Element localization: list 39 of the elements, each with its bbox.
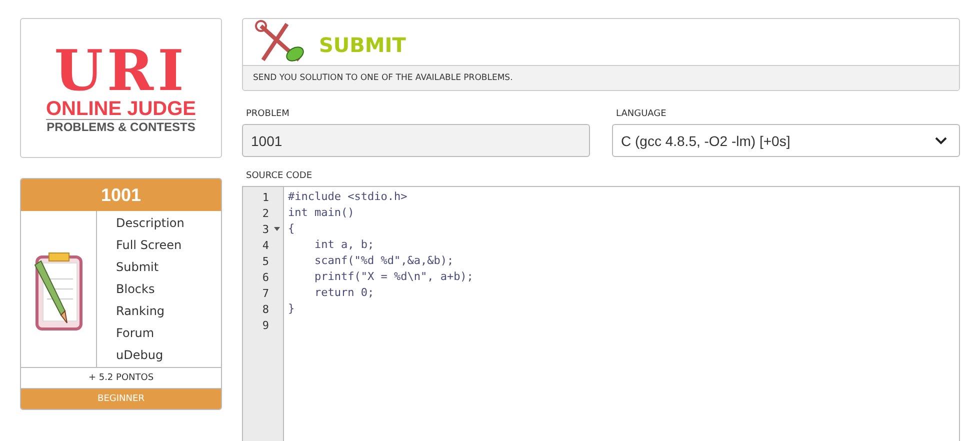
code-line: printf("X = %d\n", a+b);	[313, 269, 474, 285]
code-line: }	[287, 301, 296, 317]
field-label: PROBLEM	[246, 109, 290, 119]
field-label: LANGUAGE	[616, 109, 668, 119]
line-number: 1	[261, 190, 270, 205]
code-line: int a, b;	[313, 237, 376, 253]
problem-number: 1001	[21, 179, 221, 211]
problem-menu-link[interactable]: uDebug	[116, 344, 184, 366]
code-line: #include <stdio.h>	[287, 189, 408, 205]
chevron-down-icon	[935, 136, 947, 144]
line-number: 6	[261, 270, 270, 285]
line-number: 8	[261, 302, 270, 317]
problem-menu-link[interactable]: Submit	[116, 256, 184, 278]
problem-menu-link[interactable]: Full Screen	[116, 234, 184, 256]
problem-field[interactable]: 1001	[242, 124, 590, 157]
fold-arrow-icon[interactable]	[274, 226, 280, 230]
language-dropdown[interactable]: C (gcc 4.8.5, -O2 -lm) [+0s]	[612, 124, 960, 157]
line-number: 4	[261, 238, 270, 253]
logo-subtitle: ONLINE JUDGE	[46, 98, 196, 120]
page-description: SEND YOU SOLUTION TO ONE OF THE AVAILABLE PROBLEMS.	[243, 65, 959, 90]
page-title: SUBMIT	[319, 33, 406, 57]
line-number: 3	[243, 221, 283, 237]
problem-menu-link[interactable]: Ranking	[116, 300, 184, 322]
line-number: 2	[261, 206, 270, 221]
problem-menu-link[interactable]: Blocks	[116, 278, 184, 300]
difficulty-label: BEGINNER	[21, 389, 221, 409]
line-number: 7	[261, 286, 270, 301]
code-editor[interactable]: 1 2 3 4 5 6 7 8 9 #include <stdio.h> int main() { int a, b; scanf("%d %d",&a,&b); printf("X = %d\n", a+b); return 0; }	[242, 186, 960, 441]
code-line: return 0;	[313, 285, 376, 301]
logo-title: URI	[54, 42, 188, 98]
field-label: SOURCE CODE	[246, 171, 314, 181]
line-number: 9	[261, 318, 270, 333]
problem-menu-link[interactable]: Forum	[116, 322, 184, 344]
logo-tagline: PROBLEMS & CONTESTS	[46, 120, 196, 134]
problem-menu-link[interactable]: Description	[116, 212, 184, 234]
code-line: scanf("%d %d",&a,&b);	[313, 253, 455, 269]
code-line: {	[287, 221, 296, 237]
line-number: 5	[261, 254, 270, 269]
code-line: int main()	[287, 205, 356, 221]
